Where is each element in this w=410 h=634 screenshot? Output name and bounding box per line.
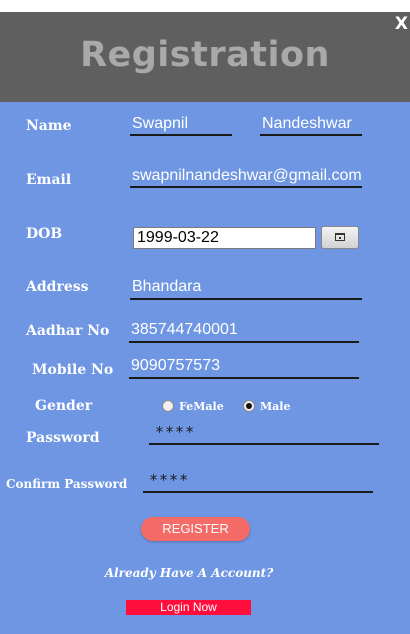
password-label: Password [26,430,100,446]
email-label: Email [26,172,72,188]
dob-field[interactable]: 1999-03-22 [133,227,316,249]
email-input[interactable] [130,166,362,188]
dob-label: DOB [26,226,63,242]
calendar-icon [335,233,345,241]
aadhar-label: Aadhar No [26,323,110,339]
top-strip [0,0,410,12]
confirm-password-input[interactable] [143,469,373,493]
gender-label: Gender [35,398,93,414]
address-input[interactable] [130,277,362,300]
close-button[interactable]: X [395,14,408,34]
register-button[interactable]: REGISTER [141,517,250,541]
mobile-label: Mobile No [32,362,114,378]
last-name-input[interactable] [260,114,362,136]
confirm-password-label: Confirm Password [6,477,128,491]
radio-male[interactable] [243,400,255,412]
aadhar-input[interactable] [129,319,359,343]
radio-selected-dot [246,403,252,409]
page-title: Registration [80,35,330,75]
login-now-button[interactable]: Login Now [126,600,251,615]
gender-radio-male[interactable]: Male [243,399,298,415]
radio-female[interactable] [162,400,174,412]
already-account-text: Already Have A Account? [104,566,274,580]
radio-female-label: FeMale [179,400,224,413]
password-input[interactable] [149,421,379,445]
calendar-button[interactable] [321,226,359,249]
first-name-input[interactable] [130,114,232,136]
name-label: Name [26,118,72,134]
mobile-input[interactable] [129,355,359,379]
address-label: Address [26,279,89,295]
gender-radio-female[interactable]: FeMale [162,399,227,415]
radio-male-label: Male [260,400,291,413]
